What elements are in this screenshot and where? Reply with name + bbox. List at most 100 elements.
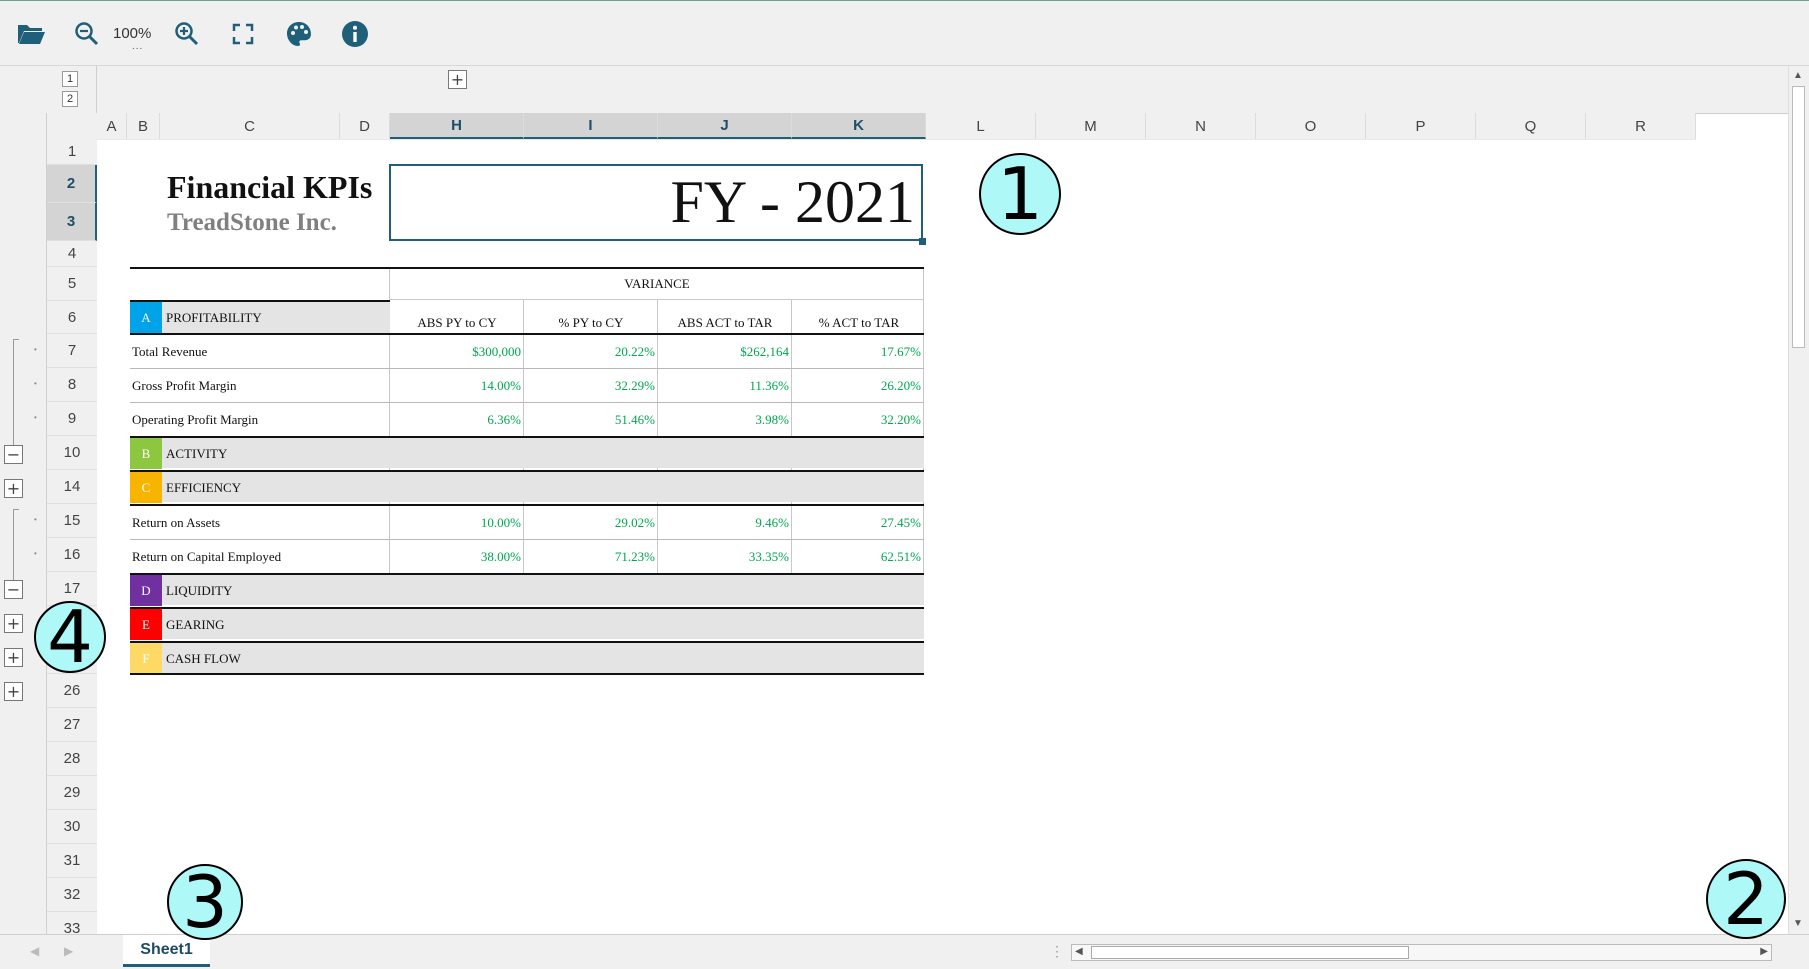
- value-cell[interactable]: 62.51%: [792, 540, 924, 573]
- section-badge: D: [130, 575, 162, 606]
- value-cell[interactable]: 29.02%: [524, 506, 658, 539]
- value-cell[interactable]: 33.35%: [658, 540, 792, 573]
- value-cell[interactable]: $300,000: [390, 335, 524, 368]
- info-icon[interactable]: [338, 17, 372, 51]
- value-cell[interactable]: 3.98%: [658, 403, 792, 436]
- row-header[interactable]: 8: [47, 368, 97, 402]
- column-header-d[interactable]: D: [340, 113, 390, 139]
- row-header[interactable]: 27: [47, 708, 97, 742]
- section-row: D LIQUIDITY: [130, 573, 924, 606]
- column-outline-bar: 1 2 1 2 +: [0, 66, 1788, 133]
- value-cell[interactable]: 32.20%: [792, 403, 924, 436]
- column-header-k[interactable]: K: [792, 113, 926, 139]
- expand-row-group-button[interactable]: +: [4, 479, 23, 498]
- row-label: Return on Assets: [132, 514, 221, 530]
- value-cell[interactable]: 32.29%: [524, 369, 658, 402]
- splitter-handle-icon[interactable]: ⋮: [1050, 943, 1064, 960]
- value-cell[interactable]: 10.00%: [390, 506, 524, 539]
- value-cell[interactable]: 71.23%: [524, 540, 658, 573]
- row-header[interactable]: 9: [47, 402, 97, 436]
- value-cell[interactable]: 27.45%: [792, 506, 924, 539]
- sheet-grid[interactable]: Financial KPIs TreadStone Inc. FY - 2021…: [97, 139, 1696, 934]
- section-label: LIQUIDITY: [166, 582, 233, 598]
- vertical-scrollbar[interactable]: ▲ ▼: [1788, 66, 1809, 934]
- column-header-h[interactable]: H: [390, 113, 524, 139]
- row-header[interactable]: 32: [47, 878, 97, 912]
- collapse-row-group-button[interactable]: −: [4, 445, 23, 464]
- row-header[interactable]: 31: [47, 844, 97, 878]
- value-cell[interactable]: 26.20%: [792, 369, 924, 402]
- scroll-right-icon[interactable]: ▶: [1760, 946, 1768, 957]
- fiscal-year-cell[interactable]: FY - 2021: [389, 164, 923, 241]
- value-cell[interactable]: 9.46%: [658, 506, 792, 539]
- column-header-n[interactable]: N: [1146, 113, 1256, 139]
- zoom-in-icon[interactable]: [170, 17, 204, 51]
- column-header-p[interactable]: P: [1366, 113, 1476, 139]
- row-label: Gross Profit Margin: [132, 377, 237, 393]
- tab-scroll-left-icon[interactable]: ◀: [30, 944, 39, 958]
- row-header[interactable]: 14: [47, 470, 97, 504]
- row-header[interactable]: 2: [47, 165, 97, 203]
- value-cell[interactable]: 11.36%: [658, 369, 792, 402]
- column-header-l[interactable]: L: [926, 113, 1036, 139]
- row-header[interactable]: 6: [47, 301, 97, 334]
- row-header[interactable]: 15: [47, 504, 97, 538]
- value-cell[interactable]: 14.00%: [390, 369, 524, 402]
- row-header[interactable]: 29: [47, 776, 97, 810]
- row-header[interactable]: 4: [47, 241, 97, 267]
- row-header[interactable]: 28: [47, 742, 97, 776]
- row-label: Operating Profit Margin: [132, 411, 259, 427]
- value-cell[interactable]: 6.36%: [390, 403, 524, 436]
- row-label: Total Revenue: [132, 343, 208, 359]
- scroll-down-icon[interactable]: ▼: [1793, 918, 1803, 929]
- expand-row-group-button[interactable]: +: [4, 648, 23, 667]
- zoom-level[interactable]: 100%: [113, 25, 151, 42]
- column-header-c[interactable]: C: [160, 113, 340, 139]
- column-header-m[interactable]: M: [1036, 113, 1146, 139]
- value-cell[interactable]: 38.00%: [390, 540, 524, 573]
- column-header-i[interactable]: I: [524, 113, 658, 139]
- section-badge: A: [130, 302, 162, 334]
- column-header-r[interactable]: R: [1586, 113, 1696, 139]
- scroll-left-icon[interactable]: ◀: [1075, 946, 1083, 957]
- row-header[interactable]: 7: [47, 334, 97, 368]
- expand-row-group-button[interactable]: +: [4, 682, 23, 701]
- row-header[interactable]: 30: [47, 810, 97, 844]
- row-header[interactable]: 16: [47, 538, 97, 572]
- toolbar: 100% ...: [0, 0, 1809, 66]
- fullscreen-icon[interactable]: [226, 17, 260, 51]
- value-cell[interactable]: $262,164: [658, 335, 792, 368]
- column-header-b[interactable]: B: [127, 113, 160, 139]
- section-row: E GEARING: [130, 607, 924, 640]
- zoom-options[interactable]: ...: [132, 41, 143, 52]
- horizontal-scrollbar[interactable]: ◀ ▶: [1071, 944, 1772, 961]
- column-header-j[interactable]: J: [658, 113, 792, 139]
- value-cell[interactable]: 20.22%: [524, 335, 658, 368]
- collapse-row-group-button[interactable]: −: [4, 580, 23, 599]
- row-header[interactable]: 5: [47, 267, 97, 301]
- vertical-scroll-thumb[interactable]: [1792, 86, 1805, 348]
- row-header[interactable]: 1: [47, 139, 97, 165]
- folder-open-icon[interactable]: [14, 17, 48, 51]
- section-badge: F: [130, 643, 162, 674]
- row-header[interactable]: 26: [47, 674, 97, 708]
- tab-scroll-right-icon[interactable]: ▶: [64, 944, 73, 958]
- zoom-out-icon[interactable]: [70, 17, 104, 51]
- column-outline-level-1[interactable]: 1: [62, 71, 78, 87]
- value-cell[interactable]: 17.67%: [792, 335, 924, 368]
- section-label: PROFITABILITY: [166, 310, 262, 325]
- scroll-up-icon[interactable]: ▲: [1793, 70, 1803, 81]
- expand-row-group-button[interactable]: +: [4, 614, 23, 633]
- column-header-o[interactable]: O: [1256, 113, 1366, 139]
- value-cell[interactable]: 51.46%: [524, 403, 658, 436]
- palette-icon[interactable]: [282, 17, 316, 51]
- section-badge: E: [130, 609, 162, 640]
- horizontal-scroll-thumb[interactable]: [1091, 946, 1409, 959]
- fill-handle[interactable]: [919, 238, 926, 245]
- column-header-a[interactable]: A: [97, 113, 127, 139]
- row-header[interactable]: 3: [47, 203, 97, 241]
- column-outline-level-2[interactable]: 2: [62, 91, 78, 107]
- row-header[interactable]: 10: [47, 436, 97, 470]
- column-header-q[interactable]: Q: [1476, 113, 1586, 139]
- expand-column-group-button[interactable]: +: [448, 70, 467, 89]
